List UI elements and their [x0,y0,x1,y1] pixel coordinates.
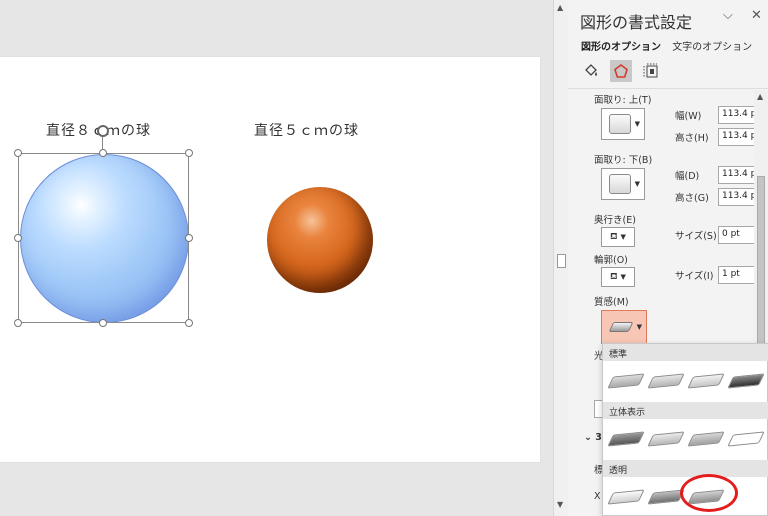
slide-canvas[interactable]: 直径８ｃｍの球 直径５ｃｍの球 [0,57,540,462]
bevel-top-label: 面取り: 上(T) [594,95,652,106]
x-rotation-label: X [594,491,601,502]
bevel-bottom-label: 面取り: 下(B) [594,155,653,166]
scroll-thumb[interactable] [557,254,566,268]
bevel-top-width-input[interactable]: 113.4 pt [718,106,754,124]
bevel-preview-icon [609,174,631,194]
height-label: 高さ(H) [675,133,709,144]
pane-tabs: 図形のオプション 文字のオプション [581,38,760,53]
material-swatch-icon [607,431,645,447]
label-5cm-sphere[interactable]: 直径５ｃｍの球 [254,120,359,140]
gallery-section-standard: 標準 [603,344,768,361]
resize-handle-tl[interactable] [14,149,22,157]
paint-bucket-icon: ⛾ [610,271,618,282]
contour-size-input[interactable]: 1 pt [718,266,754,284]
scroll-up-icon[interactable]: ▲ [757,92,763,101]
bevel-bottom-dropdown[interactable]: ▼ [601,168,645,200]
bevel-bottom-height-input[interactable]: 113.4 pt [718,188,754,206]
resize-handle-bl[interactable] [14,319,22,327]
material-swatch-icon [727,373,765,389]
scroll-down-icon[interactable]: ▼ [557,500,563,509]
material-dark-edge[interactable] [607,426,645,452]
caret-down-icon: ▼ [620,273,626,281]
material-metal[interactable] [727,368,765,394]
selection-box [18,153,189,323]
gallery-section-transparent: 透明 [603,460,768,477]
material-powder[interactable] [607,484,645,510]
resize-handle-t[interactable] [99,149,107,157]
pane-title: 図形の書式設定 [580,13,693,32]
close-icon[interactable]: ✕ [751,8,762,23]
depth-label: 奥行き(E) [594,215,636,226]
red-highlight-circle [680,474,738,512]
chevron-down-icon[interactable]: ⌵ [723,8,733,23]
contour-label: 輪郭(O) [594,255,628,266]
bevel-preview-icon [609,114,631,134]
material-clear[interactable] [647,484,685,510]
pane-divider [568,88,768,89]
material-plastic[interactable] [687,368,725,394]
material-soft-edge[interactable] [647,426,685,452]
resize-handle-r[interactable] [185,234,193,242]
resize-handle-tr[interactable] [185,149,193,157]
caret-down-icon: ▼ [636,323,642,331]
material-matte[interactable] [607,368,645,394]
resize-handle-br[interactable] [185,319,193,327]
material-swatch-icon [647,431,685,447]
contour-size-label: サイズ(I) [675,271,714,282]
material-dropdown[interactable]: ▼ [601,310,647,344]
contour-color-dropdown[interactable]: ⛾ ▼ [601,267,635,287]
material-preview-icon [608,322,634,332]
width2-label: 幅(D) [675,171,700,182]
size-properties-icon[interactable] [640,60,662,82]
resize-handle-l[interactable] [14,234,22,242]
material-wireframe[interactable] [727,426,765,452]
slide-editing-area: 直径８ｃｍの球 直径５ｃｍの球 [0,0,553,516]
tab-text-options[interactable]: 文字のオプション [672,42,752,53]
bevel-bottom-width-input[interactable]: 113.4 pt [718,166,754,184]
paint-bucket-icon: ⛾ [610,231,618,242]
effects-pentagon-icon[interactable] [610,60,632,82]
bevel-top-dropdown[interactable]: ▼ [601,108,645,140]
editor-scrollbar[interactable]: ▲ ▼ [553,0,568,516]
chevron-down-icon: ⌄ [584,432,596,443]
bevel-top-height-input[interactable]: 113.4 pt [718,128,754,146]
material-label: 質感(M) [594,297,629,308]
resize-handle-b[interactable] [99,319,107,327]
fill-line-icon[interactable] [580,60,602,82]
caret-down-icon: ▼ [634,120,640,128]
material-swatch-icon [607,489,645,505]
orange-sphere-shape[interactable] [267,187,373,293]
section-3d-rotation[interactable]: ⌄ 3 [584,432,602,443]
material-flat[interactable] [687,426,725,452]
depth-size-input[interactable]: 0 pt [718,226,754,244]
material-swatch-icon [687,431,725,447]
rotation-handle[interactable] [97,125,109,137]
material-swatch-icon [727,431,765,447]
tab-shape-options[interactable]: 図形のオプション [581,42,661,53]
caret-down-icon: ▼ [634,180,640,188]
material-swatch-icon [647,373,685,389]
caret-down-icon: ▼ [620,233,626,241]
depth-size-label: サイズ(S) [675,231,717,242]
section-3d-rotation-label: 3 [595,432,602,443]
material-swatch-icon [607,373,645,389]
material-warm-matte[interactable] [647,368,685,394]
width-label: 幅(W) [675,111,702,122]
material-swatch-icon [687,373,725,389]
height2-label: 高さ(G) [675,193,709,204]
gallery-section-special: 立体表示 [603,402,768,419]
scroll-up-icon[interactable]: ▲ [557,3,563,12]
depth-color-dropdown[interactable]: ⛾ ▼ [601,227,635,247]
